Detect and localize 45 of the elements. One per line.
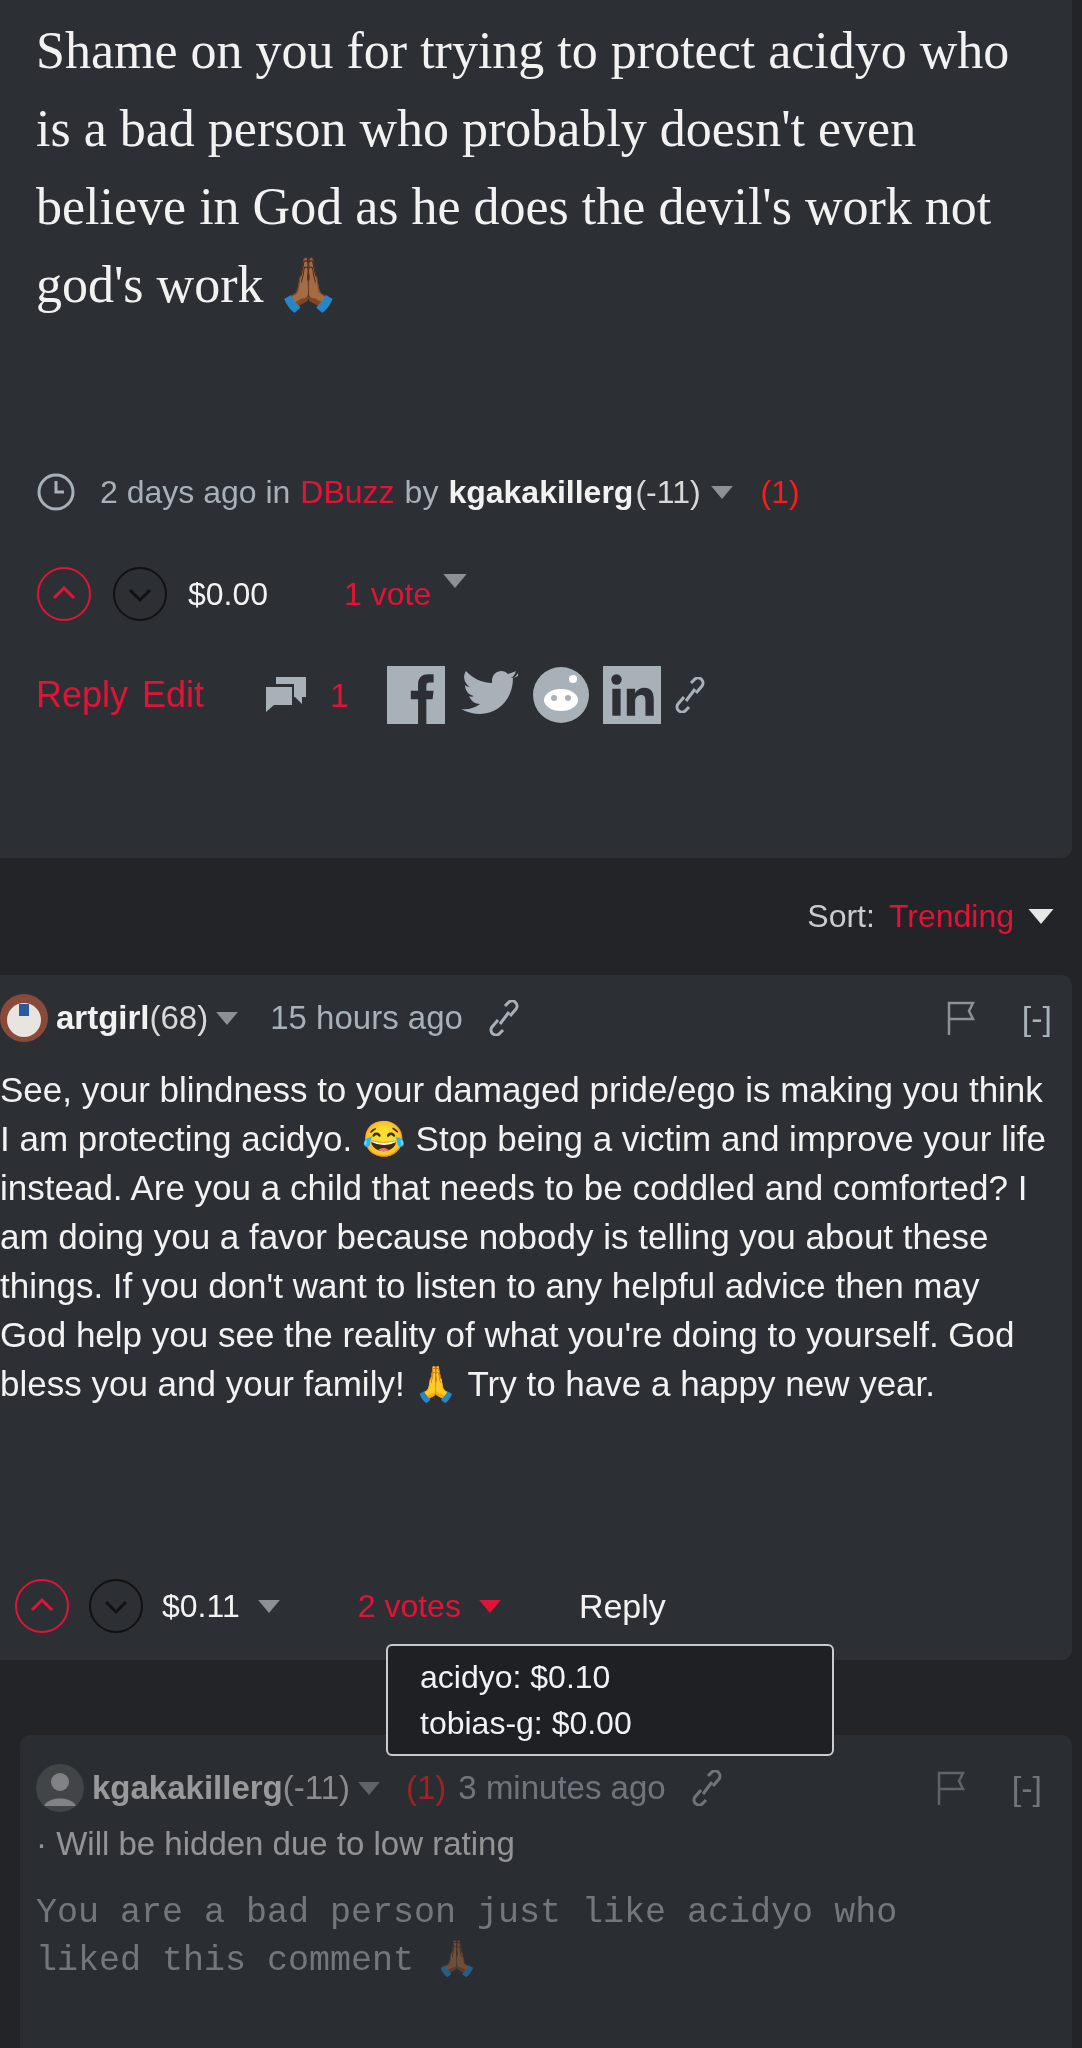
votes-link[interactable]: 1 vote bbox=[344, 575, 432, 613]
author-link[interactable]: kgakakillerg bbox=[448, 473, 634, 511]
link-icon[interactable] bbox=[691, 1770, 722, 1806]
author-link[interactable]: kgakakillerg bbox=[92, 1769, 283, 1807]
hidden-notice: · Will be hidden due to low rating bbox=[36, 1825, 516, 1863]
comment-count: 1 bbox=[330, 675, 349, 715]
author-reputation: (-11) bbox=[635, 473, 701, 511]
post-body: Shame on you for trying to protect acidyo who is a bad person who probably doesn't even believe in God as he does the devil's work not god's work 🙏🏾 bbox=[36, 21, 1011, 315]
reddit-icon[interactable] bbox=[533, 667, 589, 723]
reply-link[interactable]: Reply bbox=[578, 1586, 666, 1626]
flag-icon[interactable] bbox=[945, 1000, 978, 1036]
collapse-toggle[interactable]: [-] bbox=[1011, 1768, 1042, 1808]
avatar-icon bbox=[0, 994, 48, 1042]
edit-link[interactable]: Edit bbox=[142, 674, 205, 716]
linkedin-icon[interactable] bbox=[603, 666, 661, 724]
flag-count: (1) bbox=[760, 473, 800, 511]
clock-icon bbox=[36, 472, 76, 512]
reply-body: You are a bad person just like acidyo who liked this comment 🙏🏾 bbox=[36, 1892, 899, 1983]
author-link[interactable]: artgirl bbox=[56, 999, 150, 1037]
author-reputation: (-11) bbox=[282, 1769, 350, 1807]
comment-time: 3 minutes ago bbox=[458, 1769, 666, 1807]
avatar-icon bbox=[36, 1764, 84, 1812]
payout-amount: $0.00 bbox=[188, 575, 269, 613]
reply-link[interactable]: Reply bbox=[36, 674, 129, 716]
link-icon[interactable] bbox=[488, 1000, 519, 1036]
facebook-icon[interactable] bbox=[387, 666, 445, 724]
by-label: by bbox=[404, 473, 439, 511]
post-time: 2 days ago in bbox=[100, 473, 291, 511]
flag-count: (1) bbox=[406, 1769, 447, 1807]
comment-body: See, your blindness to your damaged pride/ego is making you think I am protecting acidyo. 😂 Stop being a victim and improve your life instead. Are you a child that needs to be coddled and comforted? I am doing you a favor because nobody is telling you about these things. If you don't want to listen to any helpful advice then may God help you see the reality of what you're doing to yourself. God bless you and your family! 🙏 Try to have a happy new year. bbox=[0, 1069, 1047, 1405]
votes-link[interactable]: 2 votes bbox=[357, 1587, 461, 1625]
sort-dropdown[interactable]: Trending bbox=[888, 898, 1014, 935]
link-icon[interactable] bbox=[675, 677, 705, 713]
collapse-toggle[interactable]: [-] bbox=[1021, 998, 1052, 1038]
voter-entry: acidyo: $0.10 bbox=[420, 1658, 612, 1697]
upvote-button[interactable] bbox=[36, 566, 92, 622]
community-link[interactable]: DBuzz bbox=[300, 473, 395, 511]
upvote-button[interactable] bbox=[14, 1578, 70, 1634]
voter-entry: tobias-g: $0.00 bbox=[420, 1704, 633, 1743]
caret-icon[interactable] bbox=[1028, 909, 1054, 924]
payout-amount: $0.11 bbox=[162, 1587, 240, 1625]
flag-icon[interactable] bbox=[935, 1770, 968, 1806]
author-reputation: (68) bbox=[149, 999, 209, 1037]
sort-label: Sort: bbox=[807, 898, 875, 935]
comment-time: 15 hours ago bbox=[270, 999, 463, 1037]
